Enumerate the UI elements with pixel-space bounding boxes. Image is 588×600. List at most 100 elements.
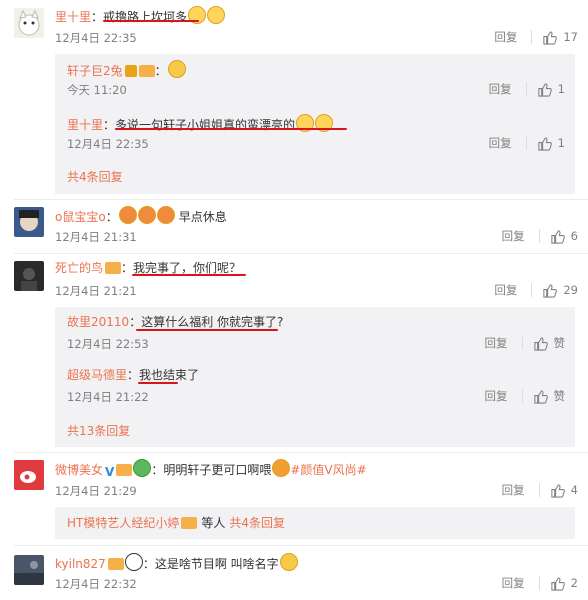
username[interactable]: 故里20110	[67, 315, 129, 329]
timestamp: 12月4日 21:22	[67, 390, 149, 404]
weibo-logo-icon	[14, 460, 44, 490]
username[interactable]: 里十里	[55, 10, 91, 24]
like-button[interactable]: 6	[550, 229, 578, 244]
timestamp: 12月4日 21:21	[55, 284, 137, 298]
like-count: 2	[570, 576, 578, 590]
verified-badge-icon	[124, 65, 137, 77]
like-button[interactable]: 29	[542, 283, 578, 298]
thumbs-up-icon	[538, 136, 552, 151]
reply-button[interactable]: 回复	[489, 81, 512, 97]
username[interactable]: 轩子巨2兔	[67, 64, 123, 78]
red-underline	[132, 274, 246, 276]
reply-thread: 轩子巨2兔： 今天 11:20 回复 1 里十里：多说一句轩子小姐姐真的蛮漂亮的…	[55, 54, 575, 194]
blush-emoji-icon	[118, 206, 137, 224]
comment-body: o鼠宝宝o： 早点休息	[55, 206, 227, 225]
view-more-replies-link[interactable]: 共4条回复	[229, 516, 285, 530]
divider	[14, 452, 588, 453]
blush-emoji-icon	[137, 206, 156, 224]
view-more-replies-link[interactable]: 共4条回复	[67, 168, 123, 185]
divider	[14, 253, 588, 254]
avatar[interactable]	[14, 8, 44, 38]
timestamp: 12月4日 21:29	[55, 484, 137, 498]
username[interactable]: 微博美女	[55, 463, 103, 477]
red-underline	[115, 128, 347, 130]
like-count: 1	[557, 82, 565, 96]
reply-actions: 回复 赞	[485, 335, 576, 351]
comment-text: 早点休息	[178, 210, 227, 224]
comment-body: 微博美女 V ：明明轩子更可口啊喂 #颜值V风尚#	[55, 459, 367, 479]
timestamp: 12月4日 22:53	[67, 337, 149, 351]
reply-button[interactable]: 回复	[485, 335, 508, 351]
divider	[531, 283, 533, 297]
member-badge-icon	[138, 65, 155, 77]
comment-actions: 回复 29	[494, 282, 588, 298]
comment-actions: 回复 17	[494, 29, 588, 45]
thumbs-up-icon	[551, 483, 565, 498]
reply-thread: HT模特艺人经纪小婷 等人 共4条回复	[55, 507, 575, 539]
divider	[525, 82, 527, 96]
timestamp: 12月4日 22:32	[55, 577, 137, 591]
comment-body: 里十里：戒撸路上坎坷多	[55, 6, 226, 25]
comment-actions: 回复 2	[502, 575, 588, 591]
reply-actions: 回复 赞	[485, 388, 576, 404]
red-underline	[103, 20, 199, 22]
comment-text: 这是啥节目啊 叫啥名字	[154, 557, 279, 571]
thumbs-up-icon	[533, 389, 548, 404]
username[interactable]: 里十里	[67, 118, 103, 132]
thumbs-up-icon	[538, 82, 552, 97]
reply-button[interactable]: 回复	[502, 482, 525, 498]
reply-button[interactable]: 回复	[502, 228, 525, 244]
thumbs-up-icon	[543, 30, 558, 45]
reply-button[interactable]: 回复	[502, 575, 525, 591]
reply-button[interactable]: 回复	[485, 388, 508, 404]
reply-button[interactable]: 回复	[494, 29, 517, 45]
thumbs-up-icon	[551, 576, 565, 591]
love-emoji-icon	[272, 459, 291, 477]
comment-actions: 回复 4	[502, 482, 588, 498]
reply-text: 我也结束了	[139, 368, 200, 382]
divider	[521, 336, 523, 350]
thumbs-up-icon	[533, 336, 548, 351]
like-button[interactable]: 2	[550, 576, 578, 591]
member-badge-icon	[105, 262, 122, 274]
timestamp: 今天 11:20	[67, 83, 127, 97]
like-label: 赞	[553, 389, 566, 403]
avatar[interactable]	[14, 460, 44, 490]
reply-text: 这算什么福利 你就完事了?	[141, 315, 284, 329]
like-count: 1	[557, 136, 565, 150]
reply-summary: HT模特艺人经纪小婷 等人 共4条回复	[67, 515, 285, 531]
like-button[interactable]: 赞	[533, 388, 566, 404]
like-button[interactable]: 1	[537, 136, 565, 151]
reply-button[interactable]: 回复	[494, 282, 517, 298]
username[interactable]: 死亡的鸟	[55, 261, 103, 275]
avatar[interactable]	[14, 261, 44, 291]
blush-emoji-icon	[156, 206, 175, 224]
member-badge-icon	[107, 558, 124, 570]
topic-hashtag[interactable]: #颜值V风尚#	[290, 463, 366, 477]
avatar[interactable]	[14, 555, 44, 585]
view-more-replies-link[interactable]: 共13条回复	[67, 422, 130, 439]
photo-avatar-icon	[14, 555, 44, 585]
like-button[interactable]: 4	[550, 483, 578, 498]
like-label: 赞	[553, 336, 566, 350]
reply-actions: 回复 1	[489, 81, 575, 97]
doge-emoji-icon	[279, 553, 298, 571]
reply-actions: 回复 1	[489, 135, 575, 151]
like-button[interactable]: 1	[537, 82, 565, 97]
red-underline	[138, 382, 178, 384]
like-count: 4	[570, 483, 578, 497]
divider	[14, 199, 588, 200]
username[interactable]: HT模特艺人经纪小婷	[67, 516, 179, 530]
like-button[interactable]: 17	[542, 30, 578, 45]
avatar[interactable]	[14, 207, 44, 237]
divider	[538, 576, 540, 590]
like-button[interactable]: 赞	[533, 335, 566, 351]
reply-button[interactable]: 回复	[489, 135, 512, 151]
divider	[521, 389, 523, 403]
username[interactable]: o鼠宝宝o	[55, 210, 106, 224]
username[interactable]: kyiln827	[55, 557, 106, 571]
verified-v-icon: V	[105, 465, 115, 479]
reply-body: 里十里：多说一句轩子小姐姐真的蛮漂亮的	[67, 114, 334, 133]
comment-actions: 回复 6	[502, 228, 588, 244]
username[interactable]: 超级马德里	[67, 368, 127, 382]
